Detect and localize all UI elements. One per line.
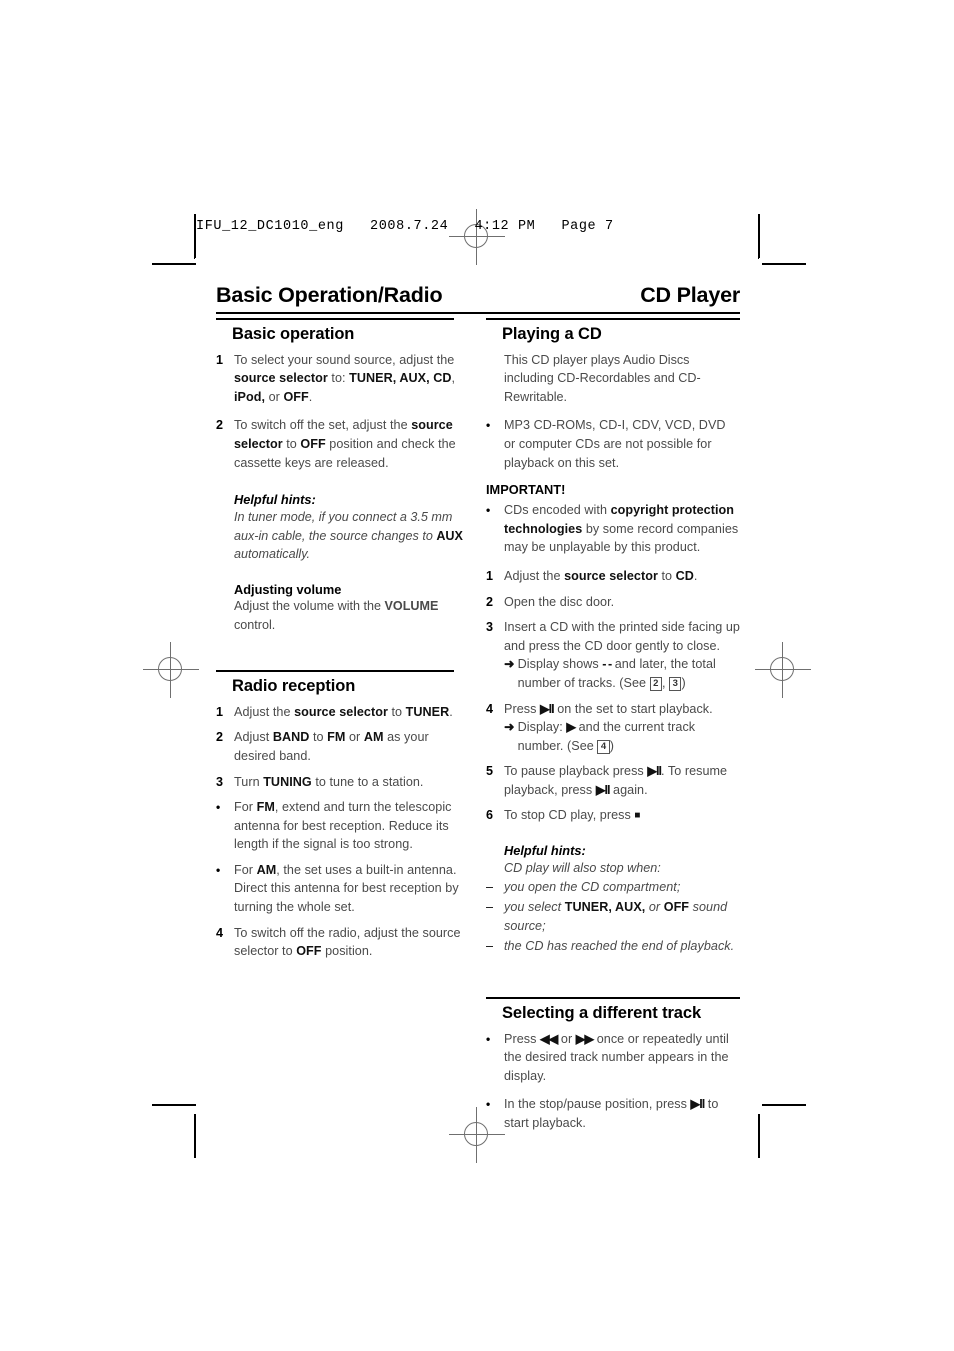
step-text: Turn TUNING to tune to a station. bbox=[234, 774, 424, 789]
bullet-text: In the stop/pause position, press ▶II to… bbox=[504, 1097, 719, 1130]
step-text: To select your sound source, adjust the … bbox=[234, 352, 456, 404]
list-item: 3 Turn TUNING to tune to a station. bbox=[216, 773, 470, 792]
step-text: Open the disc door. bbox=[504, 594, 615, 609]
step-text: To switch off the radio, adjust the sour… bbox=[234, 925, 461, 959]
hint-item-text: the CD has reached the end of playback. bbox=[504, 939, 735, 954]
step-marker: 6 bbox=[486, 808, 494, 823]
step-main: Insert a CD with the printed side facing… bbox=[504, 620, 740, 653]
list-item: • MP3 CD-ROMs, CD-I, CDV, VCD, DVD or co… bbox=[486, 416, 740, 472]
helpful-hints-label: Helpful hints: bbox=[504, 843, 586, 859]
left-column: Basic operation 1 To select your sound s… bbox=[216, 318, 470, 968]
list-item: 1 Adjust the source selector to CD. bbox=[486, 567, 740, 586]
bullet-marker: • bbox=[486, 1097, 491, 1112]
list-item: • In the stop/pause position, press ▶II … bbox=[486, 1095, 740, 1132]
dash-marker: – bbox=[486, 900, 494, 915]
step-marker: 3 bbox=[486, 620, 494, 635]
page-header-rule bbox=[216, 312, 740, 315]
list-item: 4 Press ▶II on the set to start playback… bbox=[486, 700, 740, 756]
step-marker: 2 bbox=[216, 730, 224, 745]
list-item: 6 To stop CD play, press ■ bbox=[486, 806, 740, 826]
list-item: • CDs encoded with copyright protection … bbox=[486, 501, 740, 557]
arrow-right-icon: ➜ bbox=[504, 657, 515, 672]
adjusting-volume-text: Adjust the volume with the VOLUME contro… bbox=[234, 598, 439, 632]
selecting-track-rule bbox=[486, 997, 740, 999]
step-marker: 1 bbox=[216, 352, 224, 367]
step-result-text: Display shows - - and later, the total n… bbox=[517, 657, 716, 692]
right-column: Playing a CD This CD player plays Audio … bbox=[486, 318, 740, 1143]
list-item: 5 To pause playback press ▶II. To resume… bbox=[486, 762, 740, 799]
step-marker: 4 bbox=[486, 701, 494, 716]
list-item: – the CD has reached the end of playback… bbox=[486, 937, 740, 956]
step-marker: 2 bbox=[486, 594, 494, 609]
bullet-marker: • bbox=[216, 862, 221, 877]
radio-reception-heading: Radio reception bbox=[232, 676, 356, 695]
playing-a-cd-intro: This CD player plays Audio Discs includi… bbox=[504, 352, 701, 404]
basic-operation-rule bbox=[216, 318, 454, 320]
step-marker: 4 bbox=[216, 925, 224, 940]
important-text: CDs encoded with copyright protection te… bbox=[504, 503, 739, 555]
step-main: Press ▶II on the set to start playback. bbox=[504, 701, 713, 716]
step-result: ➜ Display shows - - and later, the total… bbox=[504, 655, 740, 692]
arrow-right-icon: ➜ bbox=[504, 720, 515, 735]
page-title-left: Basic Operation/Radio bbox=[216, 283, 443, 307]
step-marker: 1 bbox=[216, 704, 224, 719]
helpful-hints-label: Helpful hints: bbox=[234, 492, 316, 508]
bullet-marker: • bbox=[216, 800, 221, 815]
page-title-right: CD Player bbox=[640, 283, 740, 307]
playing-a-cd-bullet: MP3 CD-ROMs, CD-I, CDV, VCD, DVD or comp… bbox=[504, 418, 726, 470]
bullet-text: Press ◀◀ or ▶▶ once or repeatedly until … bbox=[504, 1031, 729, 1083]
bullet-marker: • bbox=[486, 503, 491, 518]
list-item: 2 Open the disc door. bbox=[486, 593, 740, 612]
list-item: – you open the CD compartment; bbox=[486, 878, 740, 897]
step-text: Adjust BAND to FM or AM as your desired … bbox=[234, 730, 429, 763]
step-marker: 5 bbox=[486, 764, 494, 779]
step-result-text: Display: ▶ and the current track number.… bbox=[517, 720, 696, 755]
hint-item-text: you open the CD compartment; bbox=[504, 879, 681, 894]
bullet-marker: • bbox=[486, 418, 491, 433]
manual-page: Basic Operation/Radio CD Player Basic op… bbox=[0, 0, 954, 1351]
adjusting-volume-heading: Adjusting volume bbox=[234, 581, 342, 597]
step-marker: 1 bbox=[486, 568, 494, 583]
radio-reception-rule bbox=[216, 670, 454, 672]
hint-item-text: you select TUNER, AUX, or OFF sound sour… bbox=[504, 900, 728, 933]
step-result: ➜ Display: ▶ and the current track numbe… bbox=[504, 718, 740, 755]
list-item: 2 Adjust BAND to FM or AM as your desire… bbox=[216, 728, 470, 765]
list-item: 3 Insert a CD with the printed side faci… bbox=[486, 618, 740, 692]
dash-marker: – bbox=[486, 939, 494, 954]
playing-a-cd-rule bbox=[486, 318, 740, 320]
bullet-marker: • bbox=[486, 1031, 491, 1046]
list-item: • For AM, the set uses a built-in antenn… bbox=[216, 861, 470, 917]
basic-operation-heading: Basic operation bbox=[232, 324, 355, 343]
step-text: Adjust the source selector to TUNER. bbox=[234, 704, 453, 719]
playing-a-cd-heading: Playing a CD bbox=[502, 324, 602, 343]
list-item: 1 Adjust the source selector to TUNER. bbox=[216, 703, 470, 722]
important-label: IMPORTANT! bbox=[486, 482, 566, 498]
list-item: • For FM, extend and turn the telescopic… bbox=[216, 798, 470, 854]
step-text: Press ▶II on the set to start playback. … bbox=[504, 700, 740, 756]
step-text: To pause playback press ▶II. To resume p… bbox=[504, 764, 728, 797]
list-item: • Press ◀◀ or ▶▶ once or repeatedly unti… bbox=[486, 1030, 740, 1086]
list-item: – you select TUNER, AUX, or OFF sound so… bbox=[486, 898, 740, 935]
list-item: 1 To select your sound source, adjust th… bbox=[216, 351, 470, 407]
helpful-hints-intro: CD play will also stop when: bbox=[504, 861, 661, 876]
step-text: For AM, the set uses a built-in antenna.… bbox=[234, 862, 459, 915]
helpful-hints-text: In tuner mode, if you connect a 3.5 mm a… bbox=[234, 510, 463, 562]
step-text: Insert a CD with the printed side facing… bbox=[504, 618, 740, 692]
step-text: To stop CD play, press ■ bbox=[504, 808, 641, 823]
step-text: Adjust the source selector to CD. bbox=[504, 568, 698, 583]
step-marker: 3 bbox=[216, 774, 224, 789]
step-text: For FM, extend and turn the telescopic a… bbox=[234, 800, 452, 852]
list-item: 2 To switch off the set, adjust the sour… bbox=[216, 416, 470, 472]
list-item: 4 To switch off the radio, adjust the so… bbox=[216, 924, 470, 961]
step-marker: 2 bbox=[216, 418, 224, 433]
step-text: To switch off the set, adjust the source… bbox=[234, 418, 456, 470]
dash-marker: – bbox=[486, 879, 494, 894]
selecting-track-heading: Selecting a different track bbox=[502, 1003, 702, 1022]
page-header: Basic Operation/Radio CD Player bbox=[216, 283, 740, 308]
